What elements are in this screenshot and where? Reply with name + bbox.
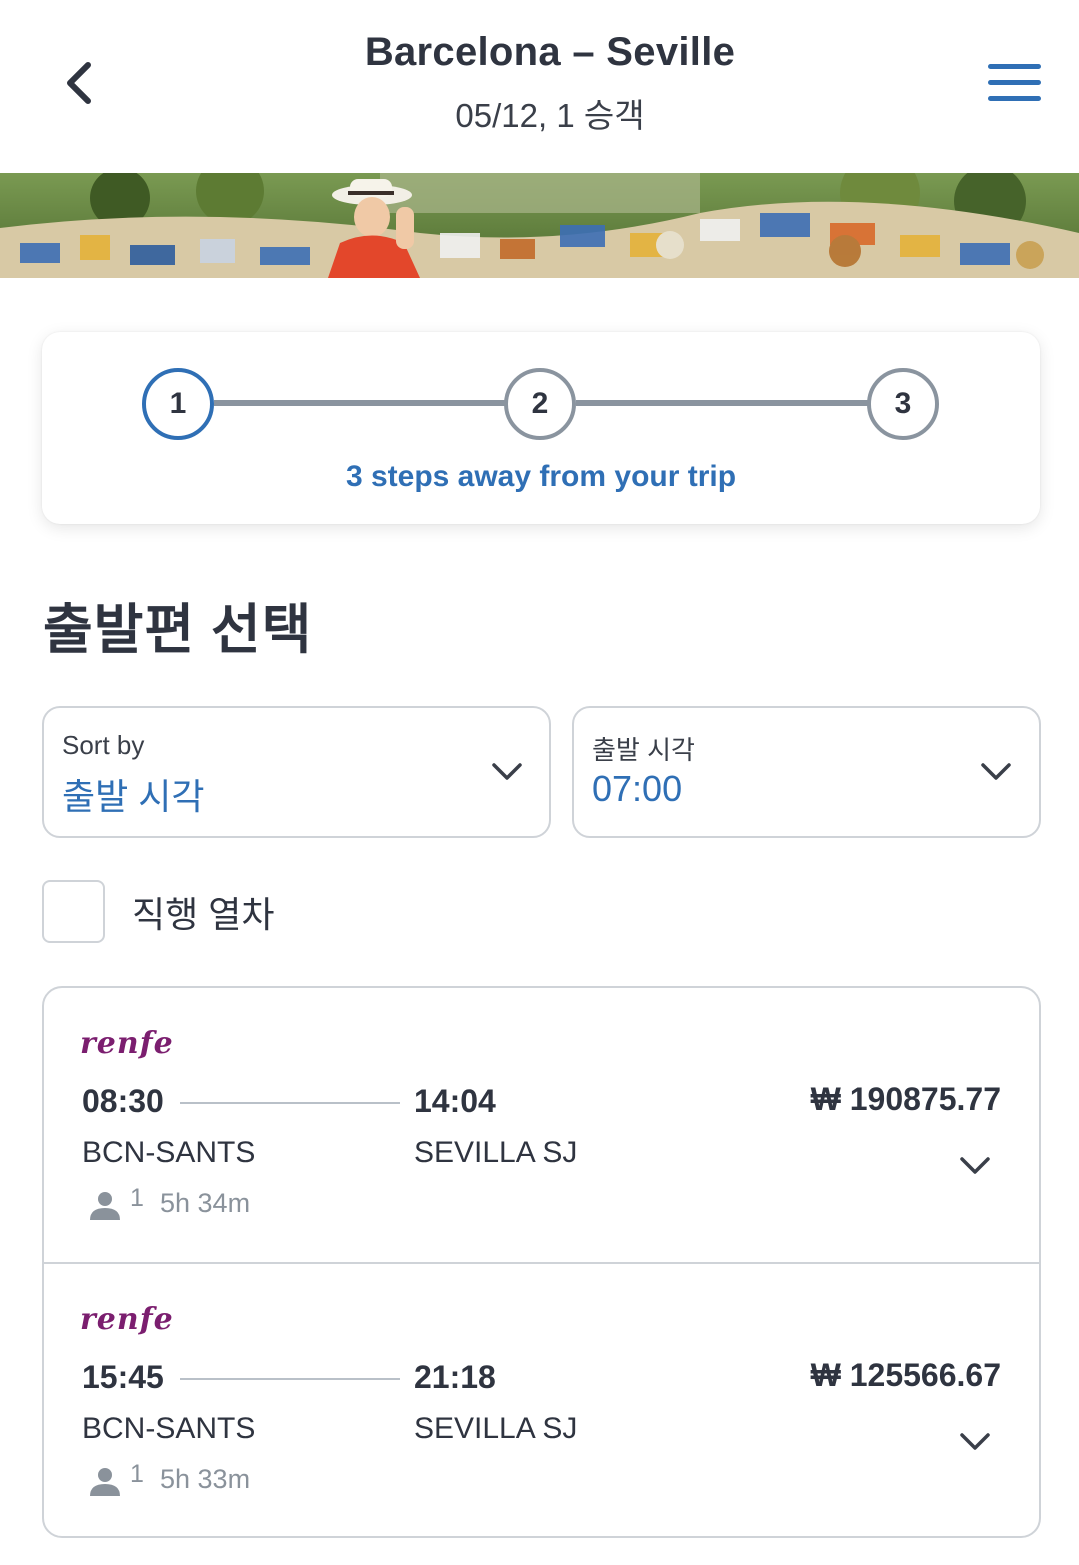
page-title: Barcelona – Seville <box>364 30 736 74</box>
step-connector <box>576 400 870 406</box>
step-connector <box>214 400 508 406</box>
sort-by-label: Sort by <box>62 730 145 760</box>
departure-time-dropdown[interactable]: 출발 시각 07:00 <box>572 706 1041 838</box>
arrival-time: 21:18 <box>414 1359 496 1395</box>
trip-duration: 5h 33m <box>160 1464 251 1494</box>
arrival-station: SEVILLA SJ <box>414 1412 578 1445</box>
passenger-count: 1 <box>130 1460 144 1488</box>
top-bar: Barcelona – Seville 05/12, 1 승객 <box>0 0 1079 173</box>
departure-time: 15:45 <box>82 1359 164 1395</box>
renfe-logo: renfe <box>80 1026 174 1061</box>
renfe-logo: renfe <box>80 1302 174 1337</box>
section-title: 출발편 선택 <box>43 600 313 660</box>
chevron-down-icon <box>492 763 522 780</box>
steps-caption: 3 steps away from your trip <box>345 460 737 493</box>
fare-price: ₩ 190875.77 <box>810 1081 1001 1117</box>
person-icon <box>90 1468 120 1496</box>
route-line <box>180 1378 400 1380</box>
sort-by-value: 출발 시각 <box>62 776 205 817</box>
departure-station: BCN-SANTS <box>82 1412 256 1445</box>
departure-station: BCN-SANTS <box>82 1136 256 1169</box>
train-results-list: renfe 08:30 14:04 ₩ 190875.77 BCN-SANTS … <box>42 986 1041 1538</box>
person-icon <box>90 1192 120 1220</box>
sort-by-dropdown[interactable]: Sort by 출발 시각 <box>42 706 551 838</box>
menu-button[interactable] <box>984 60 1044 110</box>
hamburger-menu-icon <box>988 64 1041 69</box>
banner-image <box>0 173 1079 278</box>
trip-date-passengers: 05/12, 1 승객 <box>455 97 645 134</box>
trip-summary: Barcelona – Seville 05/12, 1 승객 <box>200 30 900 137</box>
passenger-count: 1 <box>130 1184 144 1212</box>
train-result[interactable]: renfe 08:30 14:04 ₩ 190875.77 BCN-SANTS … <box>44 988 1039 1262</box>
step-2: 2 <box>504 368 576 440</box>
trip-duration: 5h 34m <box>160 1188 251 1218</box>
chevron-left-icon <box>67 62 91 104</box>
chevron-down-icon[interactable] <box>958 1150 992 1180</box>
booking-progress: 1 2 3 3 steps away from your trip <box>42 332 1040 524</box>
train-result[interactable]: renfe 15:45 21:18 ₩ 125566.67 BCN-SANTS … <box>44 1262 1039 1536</box>
step-1: 1 <box>142 368 214 440</box>
hero-banner <box>0 173 1079 278</box>
chevron-down-icon[interactable] <box>958 1426 992 1456</box>
departure-time-label: 출발 시각 <box>592 735 695 765</box>
fare-price: ₩ 125566.67 <box>810 1357 1001 1393</box>
back-button[interactable] <box>52 56 106 110</box>
departure-time: 08:30 <box>82 1083 164 1119</box>
direct-only-label: 직행 열차 <box>132 894 275 935</box>
arrival-station: SEVILLA SJ <box>414 1136 578 1169</box>
route-line <box>180 1102 400 1104</box>
departure-time-value: 07:00 <box>592 768 683 809</box>
chevron-down-icon <box>981 763 1011 780</box>
step-3: 3 <box>867 368 939 440</box>
direct-only-checkbox[interactable] <box>42 880 105 943</box>
arrival-time: 14:04 <box>414 1083 496 1119</box>
